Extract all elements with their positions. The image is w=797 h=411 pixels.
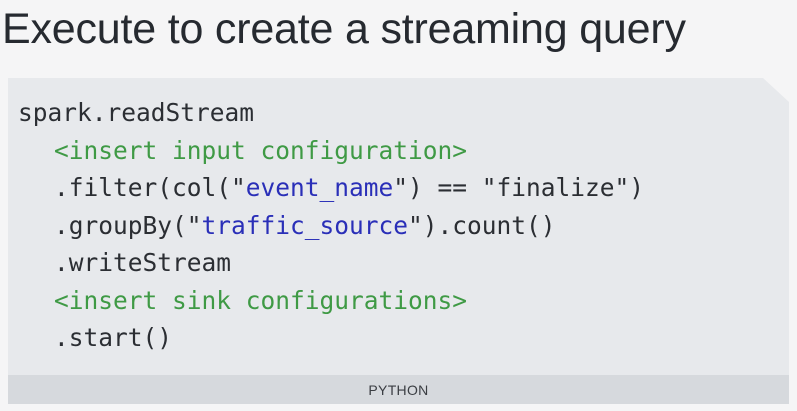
code-text: spark.readStream <insert input configurat… <box>18 94 644 357</box>
code-token: .groupBy(" <box>54 210 202 240</box>
code-placeholder-input: <insert input configuration> <box>54 135 468 165</box>
code-token: ").count() <box>408 210 556 240</box>
code-language-label: PYTHON <box>368 381 429 398</box>
code-line-filter: .filter(col("event_name") == "finalize") <box>18 169 644 207</box>
code-line-start: .start() <box>18 319 644 357</box>
code-token: .start() <box>54 323 173 352</box>
code-line-read-stream: spark.readStream <box>18 94 644 132</box>
code-line-input-config: <insert input configuration> <box>18 132 644 170</box>
code-placeholder-sink: <insert sink configurations> <box>54 285 468 315</box>
code-string-traffic-source: traffic_source <box>201 210 409 240</box>
code-token: .filter(col(" <box>54 173 246 202</box>
code-line-write-stream: .writeStream <box>18 244 644 282</box>
code-line-sink-config: <insert sink configurations> <box>18 282 644 320</box>
slide: Execute to create a streaming query spar… <box>0 0 797 411</box>
code-string-event-name: event_name <box>245 173 394 202</box>
code-token: ") == "finalize") <box>393 173 645 202</box>
slide-title: Execute to create a streaming query <box>2 5 686 53</box>
code-line-groupby: .groupBy("traffic_source").count() <box>18 207 644 245</box>
code-language-bar: PYTHON <box>8 375 789 404</box>
code-block: spark.readStream <insert input configurat… <box>8 78 789 375</box>
code-token: .writeStream <box>54 248 232 277</box>
code-token: spark.readStream <box>18 98 255 127</box>
